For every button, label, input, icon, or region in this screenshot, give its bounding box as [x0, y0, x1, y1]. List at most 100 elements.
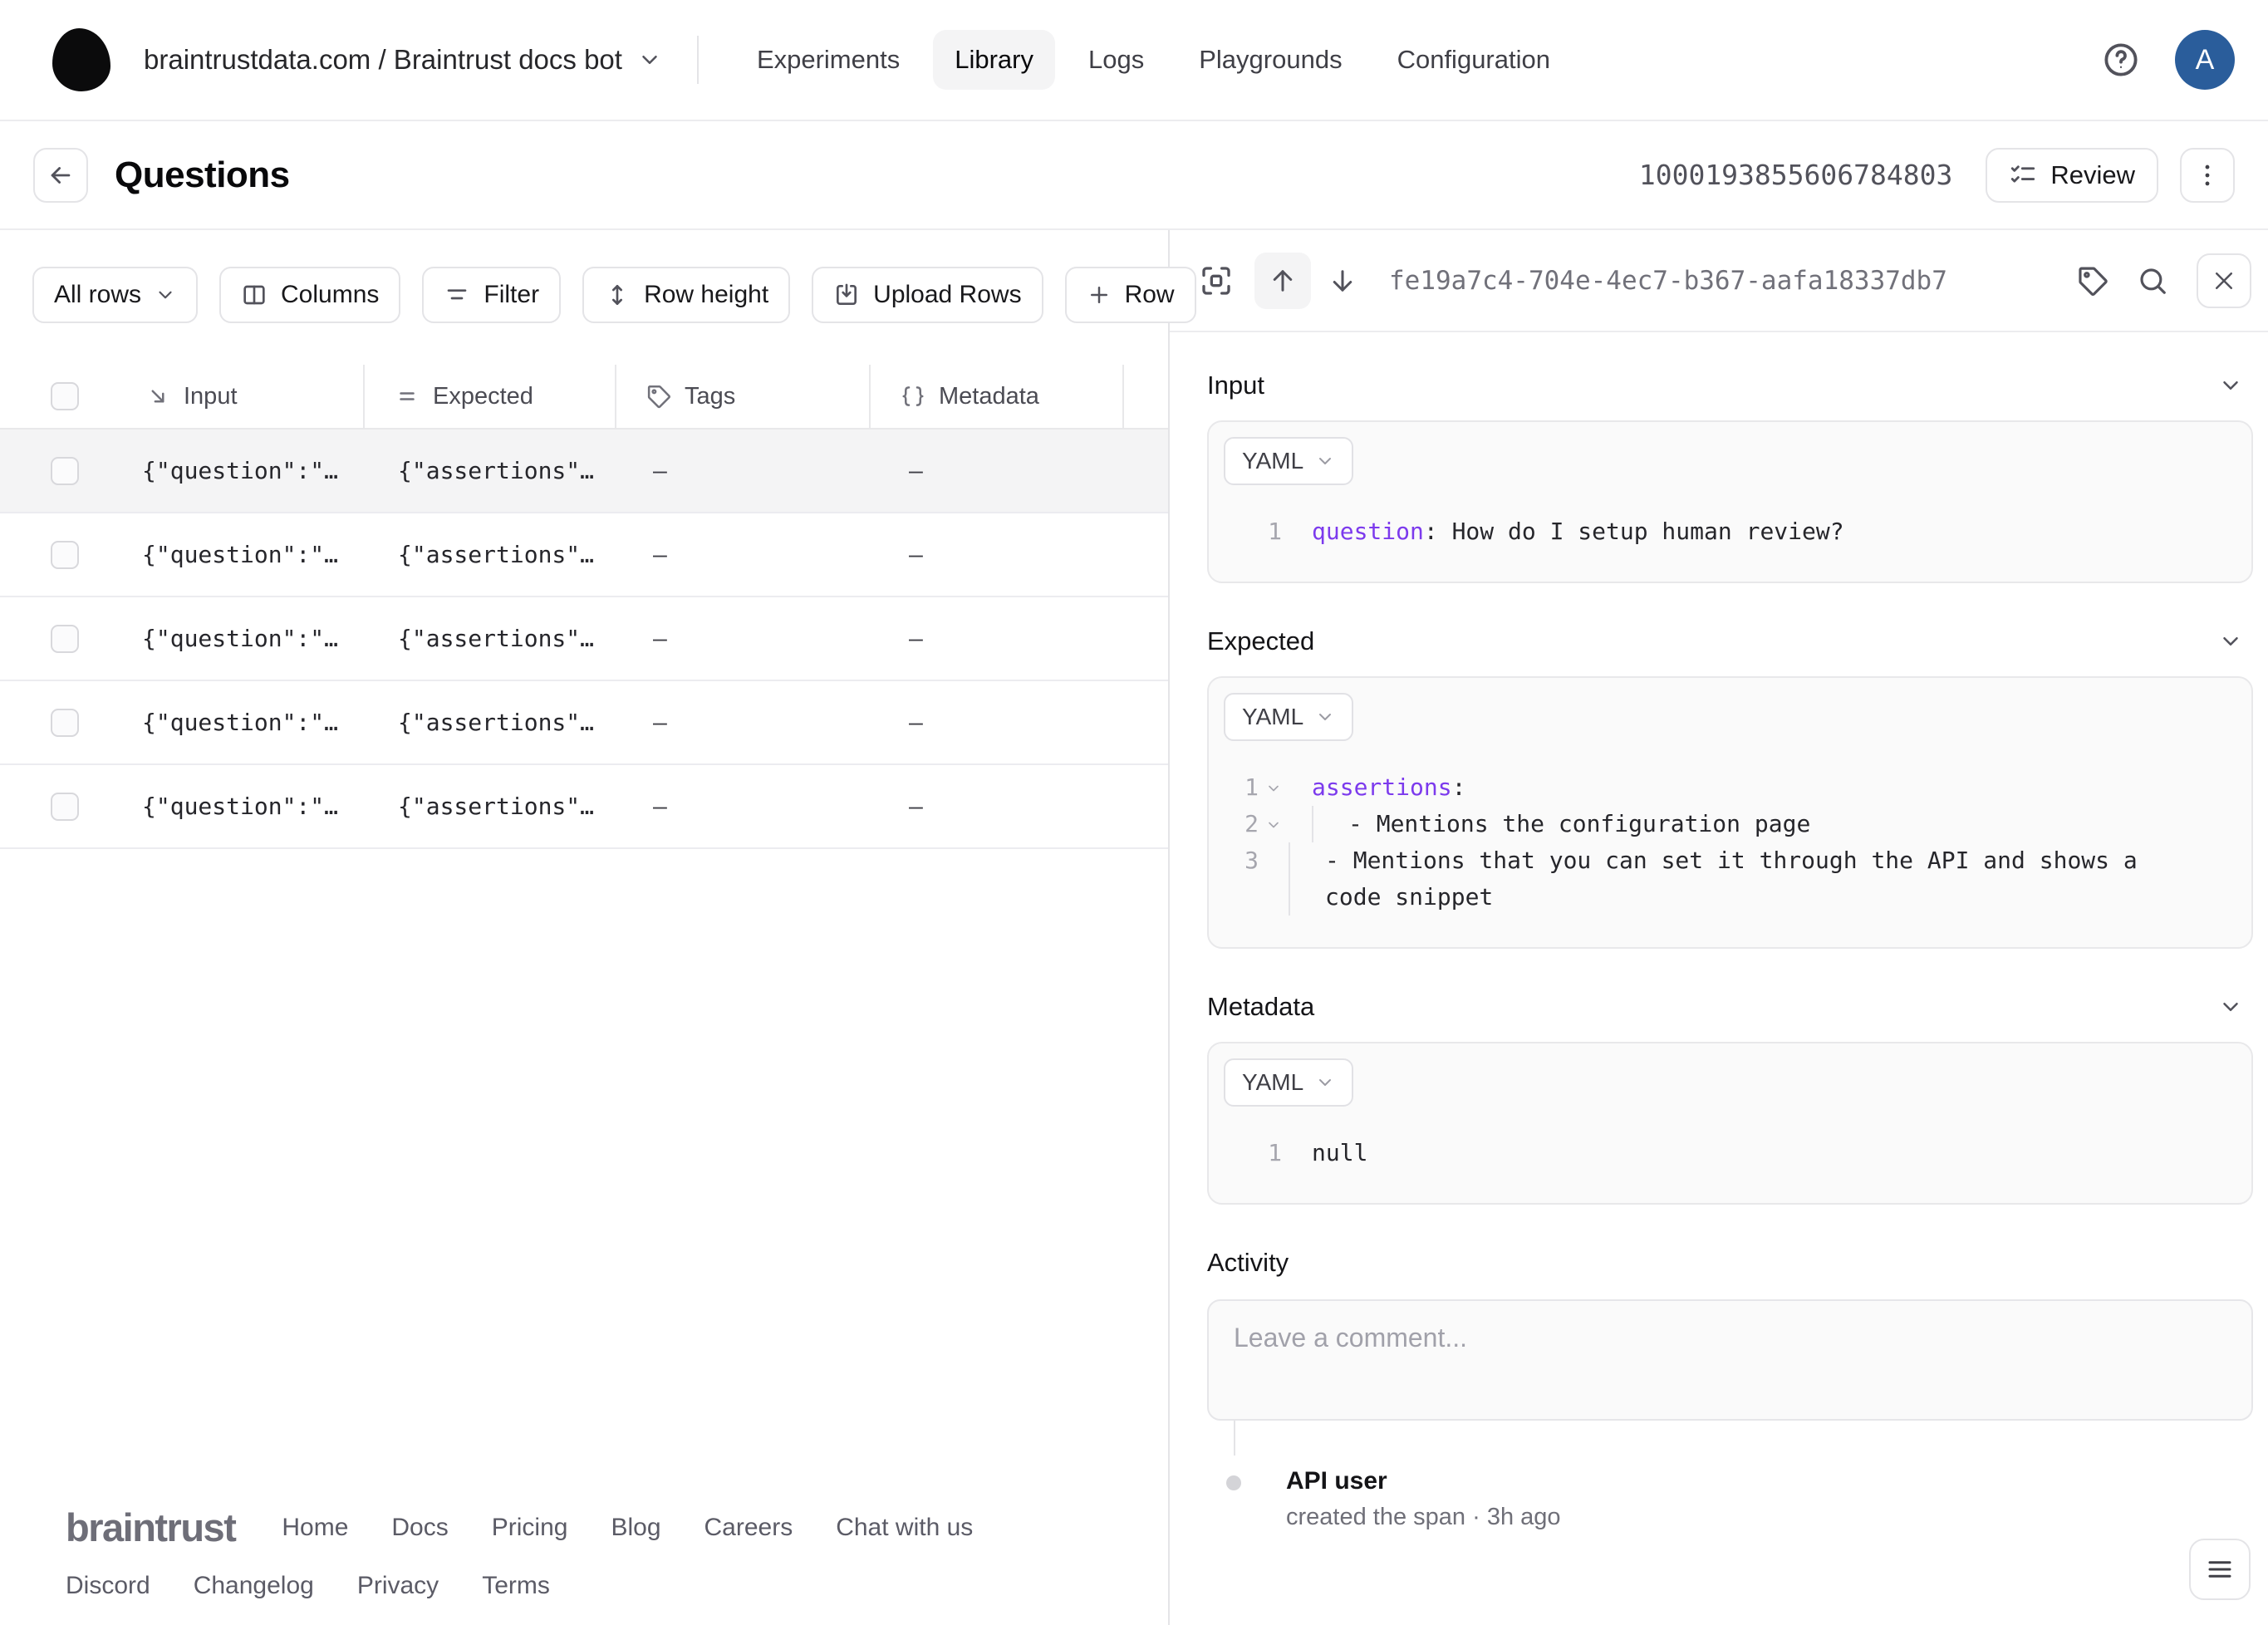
next-row-button[interactable]	[1328, 266, 1357, 296]
row-checkbox[interactable]	[50, 456, 79, 485]
section-title-expected: Expected	[1207, 626, 1315, 655]
breadcrumb[interactable]: braintrustdata.com / Braintrust docs bot	[144, 44, 662, 76]
cell-metadata: –	[909, 457, 923, 484]
line-number: 1	[1244, 773, 1259, 801]
cell-input: {"question":"…	[142, 793, 339, 820]
table-row[interactable]: {"question":"… {"assertions"… – –	[0, 513, 1168, 597]
table-row[interactable]: {"question":"… {"assertions"… – –	[0, 681, 1168, 765]
footer-link-pricing[interactable]: Pricing	[492, 1514, 568, 1542]
nav-item-logs[interactable]: Logs	[1067, 30, 1166, 90]
nav-item-configuration[interactable]: Configuration	[1376, 30, 1572, 90]
footer-link-blog[interactable]: Blog	[611, 1514, 660, 1542]
column-header-tags[interactable]: Tags	[615, 365, 869, 428]
previous-row-button[interactable]	[1254, 252, 1311, 309]
section-title-input: Input	[1207, 371, 1264, 400]
more-options-button[interactable]	[2180, 147, 2235, 203]
upload-icon	[837, 283, 857, 305]
avatar[interactable]: A	[2175, 30, 2235, 90]
avatar-letter: A	[2195, 43, 2215, 76]
cell-metadata: –	[909, 625, 923, 652]
timeline-connector	[1234, 1421, 1235, 1456]
top-nav: braintrustdata.com / Braintrust docs bot…	[0, 0, 2268, 121]
footer-link-discord[interactable]: Discord	[66, 1572, 150, 1600]
footer-link-careers[interactable]: Careers	[704, 1514, 793, 1542]
format-dropdown[interactable]: YAML	[1224, 693, 1354, 741]
arrow-left-icon	[51, 166, 71, 184]
yaml-key: question	[1312, 518, 1424, 545]
fold-icon[interactable]	[1265, 817, 1282, 833]
close-panel-button[interactable]	[2197, 253, 2251, 308]
footer-link-home[interactable]: Home	[282, 1514, 348, 1542]
select-all-checkbox[interactable]	[50, 382, 79, 410]
upload-rows-button[interactable]: Upload Rows	[812, 267, 1043, 323]
filter-button[interactable]: Filter	[422, 267, 562, 323]
row-checkbox[interactable]	[50, 708, 79, 737]
braintrust-logo-icon[interactable]	[52, 28, 110, 91]
cell-tags: –	[653, 457, 667, 484]
help-icon[interactable]	[2102, 41, 2140, 79]
table-row[interactable]: {"question":"… {"assertions"… – –	[0, 430, 1168, 513]
footer-link-privacy[interactable]: Privacy	[357, 1572, 439, 1600]
expand-icon[interactable]	[1200, 264, 1233, 297]
upload-rows-label: Upload Rows	[873, 281, 1022, 308]
yaml-value: null	[1312, 1139, 1368, 1166]
fold-icon[interactable]	[1265, 780, 1282, 797]
cell-tags: –	[653, 541, 667, 568]
footer-link-docs[interactable]: Docs	[391, 1514, 448, 1542]
timeline-dot-icon	[1226, 1475, 1241, 1490]
breadcrumb-label: braintrustdata.com / Braintrust docs bot	[144, 44, 622, 75]
input-code[interactable]: 1 question: How do I setup human review?	[1224, 507, 2236, 582]
row-checkbox[interactable]	[50, 624, 79, 653]
footer-link-chat[interactable]: Chat with us	[836, 1514, 973, 1542]
metadata-code-card: YAML 1 null	[1207, 1042, 2253, 1205]
nav-item-playgrounds[interactable]: Playgrounds	[1177, 30, 1363, 90]
hamburger-icon	[2208, 1561, 2231, 1578]
footer-link-terms[interactable]: Terms	[482, 1572, 550, 1600]
table-row[interactable]: {"question":"… {"assertions"… – –	[0, 597, 1168, 681]
nav-item-experiments[interactable]: Experiments	[735, 30, 921, 90]
search-icon[interactable]	[2137, 265, 2168, 297]
activity-description: created the span · 3h ago	[1286, 1504, 1561, 1530]
column-header-input[interactable]: Input	[129, 365, 363, 428]
rows-filter-dropdown[interactable]: All rows	[32, 267, 199, 323]
chevron-down-icon	[1319, 458, 1332, 464]
cell-expected: {"assertions"…	[398, 457, 595, 484]
expected-code[interactable]: 1 assertions: 2 - Mentions the configura…	[1224, 763, 2236, 947]
collapse-section-icon[interactable]	[2218, 629, 2243, 654]
format-label: YAML	[1242, 448, 1304, 474]
back-button[interactable]	[33, 147, 88, 203]
row-height-button[interactable]: Row height	[582, 267, 791, 323]
line-number: 1	[1268, 518, 1282, 545]
input-code-card: YAML 1 question: How do I setup human re…	[1207, 420, 2253, 583]
column-header-metadata[interactable]: Metadata	[869, 365, 1122, 428]
row-checkbox[interactable]	[50, 792, 79, 821]
yaml-list-item: - Mentions the configuration page	[1312, 806, 1810, 842]
row-detail-panel: fe19a7c4-704e-4ec7-b367-aafa18337db7 Inp…	[1170, 230, 2268, 1625]
metadata-code[interactable]: 1 null	[1224, 1128, 2236, 1203]
footer-link-changelog[interactable]: Changelog	[194, 1572, 314, 1600]
format-dropdown[interactable]: YAML	[1224, 437, 1354, 485]
yaml-value: :	[1451, 773, 1466, 801]
menu-button[interactable]	[2189, 1539, 2251, 1600]
tag-icon[interactable]	[2077, 265, 2108, 297]
detail-panel-body: Input YAML 1 question: How do I setup hu…	[1170, 332, 2268, 1625]
nav-item-library[interactable]: Library	[933, 30, 1055, 90]
column-header-expected[interactable]: Expected	[363, 365, 615, 428]
arrows-up-down-icon	[612, 285, 623, 305]
review-button[interactable]: Review	[1986, 147, 2158, 203]
braces-icon	[902, 386, 924, 406]
braintrust-wordmark[interactable]: braintrust	[66, 1505, 237, 1550]
format-label: YAML	[1242, 1069, 1304, 1095]
expected-code-card: YAML 1 assertions: 2 - Mentions the conf…	[1207, 676, 2253, 949]
chevron-down-icon	[642, 56, 657, 64]
collapse-section-icon[interactable]	[2218, 373, 2243, 398]
format-dropdown[interactable]: YAML	[1224, 1058, 1354, 1107]
cell-expected: {"assertions"…	[398, 793, 595, 820]
comment-input[interactable]: Leave a comment...	[1207, 1299, 2253, 1421]
columns-button[interactable]: Columns	[219, 267, 401, 323]
add-row-label: Row	[1124, 281, 1175, 308]
chevron-down-icon	[1319, 714, 1332, 720]
row-checkbox[interactable]	[50, 540, 79, 569]
collapse-section-icon[interactable]	[2218, 994, 2243, 1019]
table-row[interactable]: {"question":"… {"assertions"… – –	[0, 765, 1168, 849]
